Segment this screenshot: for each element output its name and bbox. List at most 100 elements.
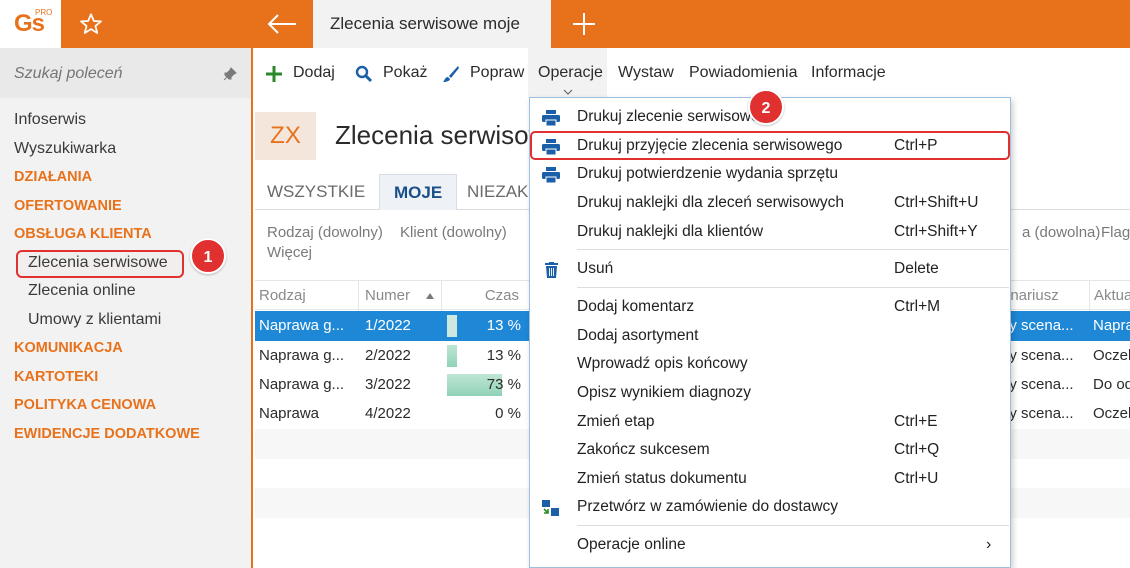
brush-icon (443, 66, 459, 82)
menu-item-label: Drukuj przyjęcie zlecenia serwisowego (577, 137, 843, 154)
menu-item-final-description[interactable]: Wprowadź opis końcowy (530, 350, 1010, 379)
tab-moje[interactable]: MOJE (379, 174, 458, 210)
module-code-badge: ZX (255, 112, 316, 160)
menu-item-shortcut: Ctrl+M (894, 298, 941, 315)
column-header-czas[interactable]: Czas (441, 281, 527, 311)
printer-icon (542, 139, 560, 155)
column-header-aktualny[interactable]: Aktua (1089, 281, 1130, 311)
add-button[interactable]: Dodaj (265, 48, 339, 98)
sidebar-item-infoserwis[interactable]: Infoserwis (0, 106, 251, 135)
cell-scenariusz: ny scena... (1001, 317, 1074, 334)
menu-item-print-acceptance[interactable]: Drukuj przyjęcie zlecenia serwisowego Ct… (530, 132, 1010, 161)
information-menu-button[interactable]: Informacje (811, 48, 891, 98)
menu-item-shortcut: Ctrl+Q (894, 441, 940, 458)
menu-item-finish-success[interactable]: Zakończ sukcesem Ctrl+Q (530, 436, 1010, 465)
menu-item-change-status[interactable]: Zmień status dokumentu Ctrl+U (530, 465, 1010, 494)
menu-separator (577, 525, 1009, 526)
menu-item-shortcut: Ctrl+Shift+Y (894, 223, 978, 240)
menu-item-label: Wprowadź opis końcowy (577, 355, 748, 372)
pin-icon[interactable] (223, 67, 237, 81)
show-button-label: Pokaż (383, 64, 428, 81)
menu-item-label: Drukuj potwierdzenie wydania sprzętu (577, 165, 839, 182)
menu-item-add-comment[interactable]: Dodaj komentarz Ctrl+M (530, 293, 1010, 322)
callout-badge-2: 2 (748, 89, 784, 125)
menu-item-shortcut: Delete (894, 260, 939, 277)
menu-item-change-stage[interactable]: Zmień etap Ctrl+E (530, 408, 1010, 437)
menu-item-label: Operacje online (577, 536, 686, 553)
menu-item-label: Usuń (577, 260, 614, 277)
filter-rodzaj[interactable]: Rodzaj (dowolny) (267, 224, 383, 241)
column-header-rodzaj[interactable]: Rodzaj (259, 281, 357, 311)
sidebar-section-komunikacja[interactable]: KOMUNIKACJA (0, 334, 251, 363)
menu-item-label: Drukuj naklejki dla zleceń serwisowych (577, 194, 845, 211)
sidebar-item-zlecenia-online[interactable]: Zlecenia online (0, 277, 251, 306)
sidebar-section-ofertowanie[interactable]: OFERTOWANIE (0, 192, 251, 221)
menu-item-convert-to-supplier-order[interactable]: Przetwórz w zamówienie do dostawcy (530, 493, 1010, 522)
menu-item-label: Opisz wynikiem diagnozy (577, 384, 752, 401)
column-header-scenariusz[interactable]: enariusz (1001, 281, 1089, 311)
chevron-down-icon (563, 89, 573, 95)
cell-numer: 1/2022 (365, 317, 411, 334)
menu-item-print-release-confirmation[interactable]: Drukuj potwierdzenie wydania sprzętu (530, 160, 1010, 189)
issue-menu-button[interactable]: Wystaw (618, 48, 678, 98)
cell-numer: 4/2022 (365, 405, 411, 422)
trash-icon (545, 262, 558, 278)
menu-item-shortcut: Ctrl+U (894, 470, 939, 487)
cell-czas: 13 % (486, 347, 521, 364)
add-button-label: Dodaj (293, 64, 335, 81)
sidebar: Infoserwis Wyszukiwarka DZIAŁANIA OFERTO… (0, 48, 253, 568)
menu-item-print-order-stickers[interactable]: Drukuj naklejki dla zleceń serwisowych C… (530, 189, 1010, 218)
tab-wszystkie[interactable]: WSZYSTKIE (267, 174, 365, 210)
notifications-menu-button[interactable]: Powiadomienia (689, 48, 799, 98)
add-tab-icon[interactable] (571, 11, 597, 37)
cell-czas: 0 % (495, 405, 521, 422)
app-logo[interactable]: Gs PRO (0, 0, 61, 48)
menu-separator (577, 287, 1009, 288)
filter-flaga[interactable]: a (dowolna) (1022, 224, 1100, 241)
sidebar-item-label: Zlecenia serwisowe (28, 253, 168, 271)
printer-icon (542, 110, 560, 126)
menu-item-online-operations[interactable]: Operacje online › (530, 531, 1010, 560)
cell-aktualny: Oczek (1093, 405, 1130, 422)
menu-item-delete[interactable]: Usuń Delete (530, 255, 1010, 284)
plus-icon (266, 66, 282, 82)
menu-item-label: Zmień etap (577, 413, 655, 430)
edit-button[interactable]: Popraw (442, 48, 524, 98)
filter-flag[interactable]: Flag (1101, 224, 1130, 241)
logo-pro-label: PRO (35, 8, 53, 17)
printer-icon (542, 167, 560, 183)
filter-klient[interactable]: Klient (dowolny) (400, 224, 507, 241)
sidebar-item-umowy-z-klientami[interactable]: Umowy z klientami (0, 306, 251, 335)
star-icon[interactable] (78, 11, 104, 37)
top-bar: Gs PRO Zlecenia serwisowe moje (0, 0, 1130, 48)
menu-item-print-client-stickers[interactable]: Drukuj naklejki dla klientów Ctrl+Shift+… (530, 218, 1010, 247)
cell-aktualny: Napra (1093, 317, 1130, 334)
search-input[interactable] (14, 62, 214, 86)
sidebar-section-kartoteki[interactable]: KARTOTEKI (0, 363, 251, 392)
show-button[interactable]: Pokaż (355, 48, 427, 98)
sidebar-section-ewidencje-dodatkowe[interactable]: EWIDENCJE DODATKOWE (0, 420, 251, 449)
column-header-numer[interactable]: Numer (358, 281, 440, 311)
back-arrow-icon[interactable] (266, 12, 298, 36)
menu-item-shortcut: Ctrl+E (894, 413, 938, 430)
sidebar-item-wyszukiwarka[interactable]: Wyszukiwarka (0, 135, 251, 164)
menu-item-label: Drukuj naklejki dla klientów (577, 223, 764, 240)
cell-numer: 2/2022 (365, 347, 411, 364)
sidebar-nav: Infoserwis Wyszukiwarka DZIAŁANIA OFERTO… (0, 106, 251, 448)
menu-item-label: Dodaj komentarz (577, 298, 695, 315)
cell-aktualny: Do od (1093, 376, 1130, 393)
menu-item-add-assortment[interactable]: Dodaj asortyment (530, 322, 1010, 351)
filter-more-link[interactable]: Więcej (267, 244, 312, 261)
sidebar-section-dzialania[interactable]: DZIAŁANIA (0, 163, 251, 192)
menu-item-label: Drukuj zlecenie serwisowe (577, 108, 760, 125)
cell-rodzaj: Naprawa (259, 405, 320, 422)
cell-numer: 3/2022 (365, 376, 411, 393)
cell-scenariusz: ny scena... (1001, 347, 1074, 364)
cell-rodzaj: Naprawa g... (259, 317, 345, 334)
menu-item-diagnosis-description[interactable]: Opisz wynikiem diagnozy (530, 379, 1010, 408)
cell-aktualny: Oczek (1093, 347, 1130, 364)
menu-item-label: Zakończ sukcesem (577, 441, 710, 458)
menu-item-label: Przetwórz w zamówienie do dostawcy (577, 498, 839, 515)
sidebar-section-polityka-cenowa[interactable]: POLITYKA CENOWA (0, 391, 251, 420)
tab-zlecenia-serwisowe-moje[interactable]: Zlecenia serwisowe moje (313, 0, 551, 48)
